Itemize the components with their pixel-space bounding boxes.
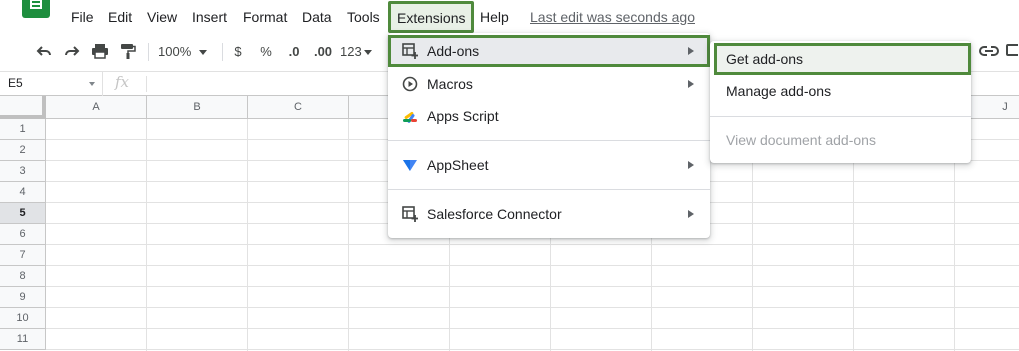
increase-decimal-button[interactable]: .00 bbox=[311, 41, 335, 63]
undo-icon[interactable] bbox=[35, 43, 53, 59]
menu-item-appsheet[interactable]: AppSheet bbox=[388, 149, 710, 181]
row-header-2[interactable]: 2 bbox=[0, 140, 46, 161]
more-formats-label: 123 bbox=[340, 44, 362, 59]
print-icon[interactable] bbox=[91, 43, 109, 59]
menu-tools[interactable]: Tools bbox=[347, 7, 380, 27]
chevron-right-icon bbox=[688, 80, 694, 88]
insert-comment-icon[interactable] bbox=[1006, 44, 1018, 58]
submenu-item-label: View document add-ons bbox=[726, 132, 876, 148]
menu-separator bbox=[388, 189, 710, 190]
row-header-7[interactable]: 7 bbox=[0, 245, 46, 266]
chevron-right-icon bbox=[688, 210, 694, 218]
insert-link-icon[interactable] bbox=[979, 45, 999, 57]
menu-view[interactable]: View bbox=[147, 7, 177, 27]
column-header-a[interactable]: A bbox=[46, 96, 147, 119]
menu-separator bbox=[388, 140, 710, 141]
menu-item-add-ons[interactable]: Add-ons bbox=[388, 35, 710, 67]
row-header-1[interactable]: 1 bbox=[0, 119, 46, 140]
submenu-item-view-document-add-ons: View document add-ons bbox=[710, 124, 971, 156]
row-header-4[interactable]: 4 bbox=[0, 182, 46, 203]
chevron-down-icon bbox=[199, 50, 208, 56]
extensions-menu: Add-ons Macros Apps Script AppSheet Sale… bbox=[388, 33, 710, 238]
submenu-item-get-add-ons[interactable]: Get add-ons bbox=[714, 43, 971, 75]
menu-item-label: Apps Script bbox=[427, 108, 499, 124]
row-header-3[interactable]: 3 bbox=[0, 161, 46, 182]
menu-item-salesforce-connector[interactable]: Salesforce Connector bbox=[388, 198, 710, 230]
toolbar-divider bbox=[222, 43, 223, 61]
decrease-decimal-button[interactable]: .0 bbox=[283, 41, 305, 63]
zoom-value: 100% bbox=[158, 44, 192, 59]
apps-script-icon bbox=[403, 111, 417, 123]
menu-item-label: Salesforce Connector bbox=[427, 206, 562, 222]
grid-line bbox=[46, 286, 1019, 287]
name-box[interactable]: E5 bbox=[0, 72, 103, 96]
menu-item-label: Macros bbox=[427, 76, 473, 92]
chevron-down-icon bbox=[363, 50, 372, 56]
column-header-b[interactable]: B bbox=[147, 96, 248, 119]
sheets-logo-icon[interactable] bbox=[22, 0, 50, 18]
chevron-right-icon bbox=[688, 47, 694, 55]
currency-format-button[interactable]: $ bbox=[230, 41, 246, 63]
grid-line bbox=[46, 307, 1019, 308]
toolbar-divider bbox=[148, 43, 149, 61]
submenu-item-manage-add-ons[interactable]: Manage add-ons bbox=[710, 75, 971, 107]
formula-divider bbox=[146, 76, 147, 92]
addons-icon bbox=[402, 43, 418, 59]
percent-format-button[interactable]: % bbox=[257, 41, 275, 63]
last-edit-link[interactable]: Last edit was seconds ago bbox=[530, 7, 695, 27]
name-box-value: E5 bbox=[8, 76, 23, 90]
grid-line bbox=[46, 244, 1019, 245]
grid-line bbox=[247, 119, 248, 351]
menu-extensions[interactable]: Extensions bbox=[388, 1, 475, 33]
menu-file[interactable]: File bbox=[71, 7, 94, 27]
redo-icon[interactable] bbox=[63, 43, 81, 59]
submenu-item-label: Manage add-ons bbox=[726, 83, 832, 99]
zoom-select[interactable]: 100% bbox=[158, 41, 214, 63]
row-header-8[interactable]: 8 bbox=[0, 266, 46, 287]
paint-format-icon[interactable] bbox=[120, 43, 136, 59]
addons-submenu: Get add-ons Manage add-ons View document… bbox=[710, 41, 971, 163]
menu-insert[interactable]: Insert bbox=[192, 7, 227, 27]
select-all-corner[interactable] bbox=[0, 96, 46, 119]
grid-line bbox=[46, 265, 1019, 266]
fx-icon: fx bbox=[115, 73, 130, 91]
appsheet-icon bbox=[403, 160, 417, 171]
row-header-5[interactable]: 5 bbox=[0, 203, 46, 224]
menu-item-label: AppSheet bbox=[427, 157, 489, 173]
grid-line bbox=[46, 328, 1019, 329]
chevron-right-icon bbox=[688, 161, 694, 169]
salesforce-connector-icon bbox=[402, 206, 418, 222]
menu-format[interactable]: Format bbox=[243, 7, 287, 27]
macros-icon bbox=[402, 76, 418, 92]
menu-item-apps-script[interactable]: Apps Script bbox=[388, 100, 710, 132]
menu-bar: File Edit View Insert Format Data Tools … bbox=[0, 0, 1019, 33]
menu-item-label: Add-ons bbox=[427, 43, 480, 59]
more-formats-select[interactable]: 123 bbox=[340, 41, 374, 63]
grid-line bbox=[46, 349, 1019, 350]
grid-line bbox=[348, 119, 349, 351]
row-header-10[interactable]: 10 bbox=[0, 308, 46, 329]
menu-separator bbox=[710, 116, 971, 117]
row-header-9[interactable]: 9 bbox=[0, 287, 46, 308]
submenu-item-label: Get add-ons bbox=[726, 51, 804, 67]
menu-edit[interactable]: Edit bbox=[108, 7, 132, 27]
menu-item-macros[interactable]: Macros bbox=[388, 68, 710, 100]
row-header-6[interactable]: 6 bbox=[0, 224, 46, 245]
menu-data[interactable]: Data bbox=[302, 7, 332, 27]
column-header-c[interactable]: C bbox=[248, 96, 349, 119]
row-header-11[interactable]: 11 bbox=[0, 329, 46, 350]
chevron-down-icon bbox=[89, 82, 95, 86]
menu-help[interactable]: Help bbox=[480, 7, 509, 27]
grid-line bbox=[146, 119, 147, 351]
